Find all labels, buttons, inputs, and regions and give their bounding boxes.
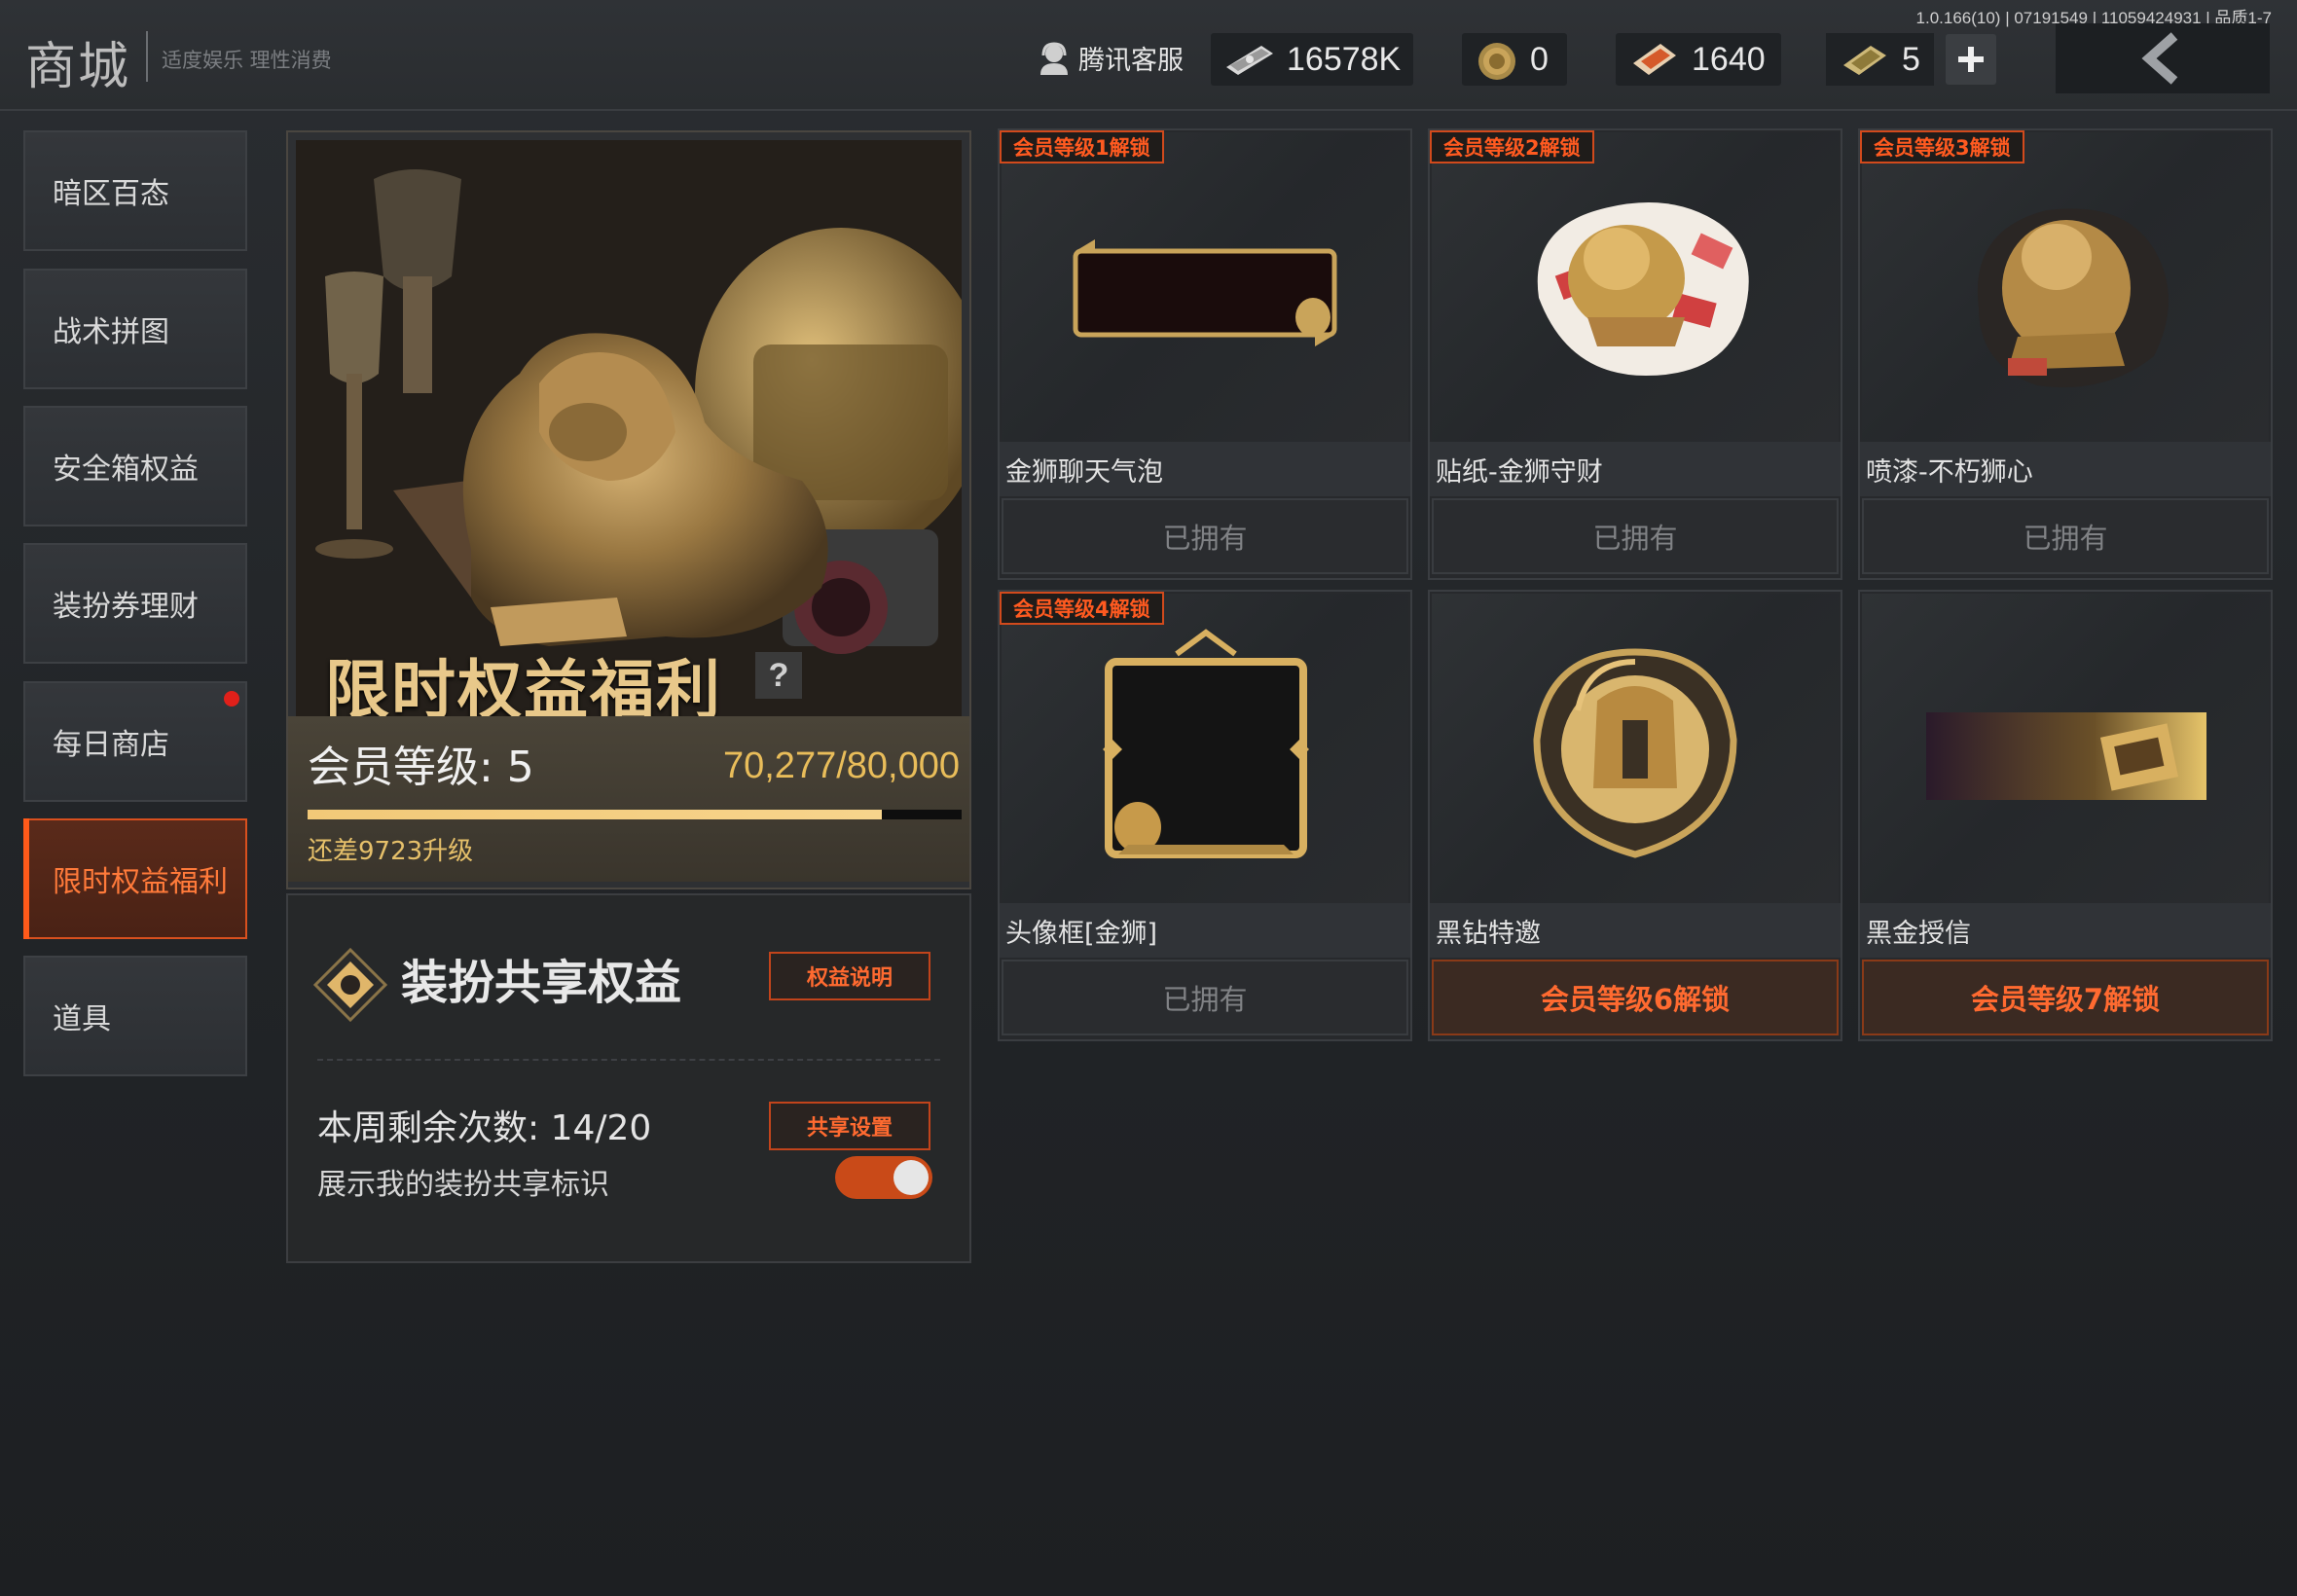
helmet-emblem-icon [1533, 648, 1737, 858]
sidebar-item-label: 装扮券理财 [53, 590, 199, 624]
owned-button[interactable]: 已拥有 [1002, 960, 1408, 1035]
benefit-info-button[interactable]: 权益说明 [769, 952, 930, 1000]
ticket-icon [1627, 40, 1682, 79]
banknote-icon [1222, 40, 1277, 79]
golden-lion-artwork [296, 140, 962, 716]
support-button[interactable]: 腾讯客服 [1036, 39, 1184, 77]
gold-card-icon [1926, 712, 2206, 800]
share-panel: 装扮共享权益 权益说明 本周剩余次数: 14/20 共享设置 展示我的装扮共享标… [286, 893, 971, 1263]
unlock-badge: 会员等级4解锁 [1000, 592, 1164, 625]
chat-bubble-icon [1073, 239, 1337, 346]
share-emblem-icon [312, 947, 388, 1023]
currency-coin[interactable]: 0 [1462, 33, 1567, 86]
add-currency-button[interactable] [1945, 34, 1996, 85]
reward-card[interactable]: 会员等级1解锁 金狮聊天气泡 已拥有 [998, 128, 1412, 580]
feature-title: 限时权益福利 [325, 653, 722, 716]
owned-button[interactable]: 已拥有 [1002, 498, 1408, 574]
card-image [1862, 132, 2269, 442]
currency-voucher[interactable]: 5 [1826, 33, 2003, 86]
reward-card[interactable]: 会员等级3解锁 喷漆-不朽狮心 已拥有 [1858, 128, 2273, 580]
card-image [1432, 594, 1839, 903]
page-title: 商城 [25, 38, 131, 96]
unlock-level-6-button[interactable]: 会员等级6解锁 [1432, 960, 1839, 1035]
notification-dot [224, 691, 239, 707]
card-image [1002, 132, 1408, 442]
card-image [1432, 132, 1839, 442]
member-level-box: 会员等级: 5 70,277/80,000 还差9723升级 [288, 716, 969, 882]
support-label: 腾讯客服 [1078, 46, 1184, 76]
owned-button[interactable]: 已拥有 [1432, 498, 1839, 574]
card-name: 头像框[金狮] [1000, 903, 1410, 958]
sidebar-item-label: 安全箱权益 [53, 453, 199, 487]
divider [317, 1059, 940, 1061]
unlock-badge: 会员等级3解锁 [1860, 130, 2024, 163]
sidebar-item-label: 每日商店 [53, 728, 169, 762]
hero-banner: 限时权益福利 ? [296, 140, 962, 716]
level-need-text: 还差9723升级 [308, 837, 474, 866]
currency-value: 16578K [1287, 40, 1402, 78]
currency-value: 5 [1902, 40, 1920, 78]
voucher-icon [1838, 40, 1892, 79]
card-name: 喷漆-不朽狮心 [1860, 442, 2271, 496]
sidebar-item-safe-box[interactable]: 安全箱权益 [23, 406, 247, 526]
reward-card[interactable]: 黑钻特邀 会员等级6解锁 [1428, 590, 1842, 1041]
sidebar-item-limited-benefits[interactable]: 限时权益福利 [23, 818, 247, 939]
card-image [1862, 594, 2269, 903]
share-title: 装扮共享权益 [401, 956, 682, 1010]
currency-banknote[interactable]: 16578K [1211, 33, 1413, 86]
toggle-knob [893, 1160, 929, 1195]
sidebar-item-label: 道具 [53, 1002, 111, 1036]
help-button[interactable]: ? [755, 652, 802, 699]
card-image [1002, 594, 1408, 903]
reward-card[interactable]: 会员等级2解锁 贴纸-金狮守财 已拥有 [1428, 128, 1842, 580]
sidebar-item-label: 限时权益福利 [53, 865, 228, 899]
sidebar-item-label: 暗区百态 [53, 177, 169, 211]
sidebar-item-dark-zone[interactable]: 暗区百态 [23, 130, 247, 251]
unlock-level-7-button[interactable]: 会员等级7解锁 [1862, 960, 2269, 1035]
sidebar-item-items[interactable]: 道具 [23, 956, 247, 1076]
chevron-left-icon [2141, 32, 2178, 85]
sidebar-item-daily-shop[interactable]: 每日商店 [23, 681, 247, 802]
share-settings-button[interactable]: 共享设置 [769, 1102, 930, 1150]
coin-icon [1474, 40, 1520, 80]
currency-value: 0 [1530, 40, 1549, 78]
level-progress-bar [308, 810, 962, 819]
plus-icon [1957, 47, 1984, 72]
unlock-badge: 会员等级1解锁 [1000, 130, 1164, 163]
sidebar-item-label: 战术拼图 [53, 315, 169, 349]
feature-panel: 限时权益福利 ? 会员等级: 5 70,277/80,000 还差9723升级 [286, 130, 971, 889]
lion-sticker-icon [1537, 202, 1749, 376]
level-progress-text: 70,277/80,000 [722, 745, 960, 786]
avatar-frame-icon [1103, 629, 1309, 858]
card-name: 金狮聊天气泡 [1000, 442, 1410, 496]
currency-ticket[interactable]: 1640 [1616, 33, 1781, 86]
share-remaining-text: 本周剩余次数: 14/20 [317, 1108, 652, 1148]
unlock-badge: 会员等级2解锁 [1430, 130, 1594, 163]
show-share-label: 展示我的装扮共享标识 [317, 1168, 609, 1202]
reward-card[interactable]: 会员等级4解锁 头像框[金狮] 已拥有 [998, 590, 1412, 1041]
headset-icon [1036, 40, 1073, 77]
page-subtitle: 适度娱乐 理性消费 [162, 49, 332, 72]
back-button[interactable] [2056, 23, 2270, 93]
lion-spray-icon [1977, 208, 2169, 387]
sidebar-item-voucher-finance[interactable]: 装扮券理财 [23, 543, 247, 664]
show-share-toggle[interactable] [835, 1156, 932, 1199]
card-name: 黑钻特邀 [1430, 903, 1841, 958]
level-progress-fill [308, 810, 883, 819]
reward-card[interactable]: 黑金授信 会员等级7解锁 [1858, 590, 2273, 1041]
owned-button[interactable]: 已拥有 [1862, 498, 2269, 574]
member-level-label: 会员等级: 5 [308, 743, 534, 792]
currency-value: 1640 [1692, 40, 1766, 78]
title-divider [146, 31, 148, 82]
top-bar: 1.0.166(10) | 07191549 | 11059424931 | 品… [0, 0, 2297, 111]
card-name: 贴纸-金狮守财 [1430, 442, 1841, 496]
sidebar-item-tactical-puzzle[interactable]: 战术拼图 [23, 269, 247, 389]
card-name: 黑金授信 [1860, 903, 2271, 958]
